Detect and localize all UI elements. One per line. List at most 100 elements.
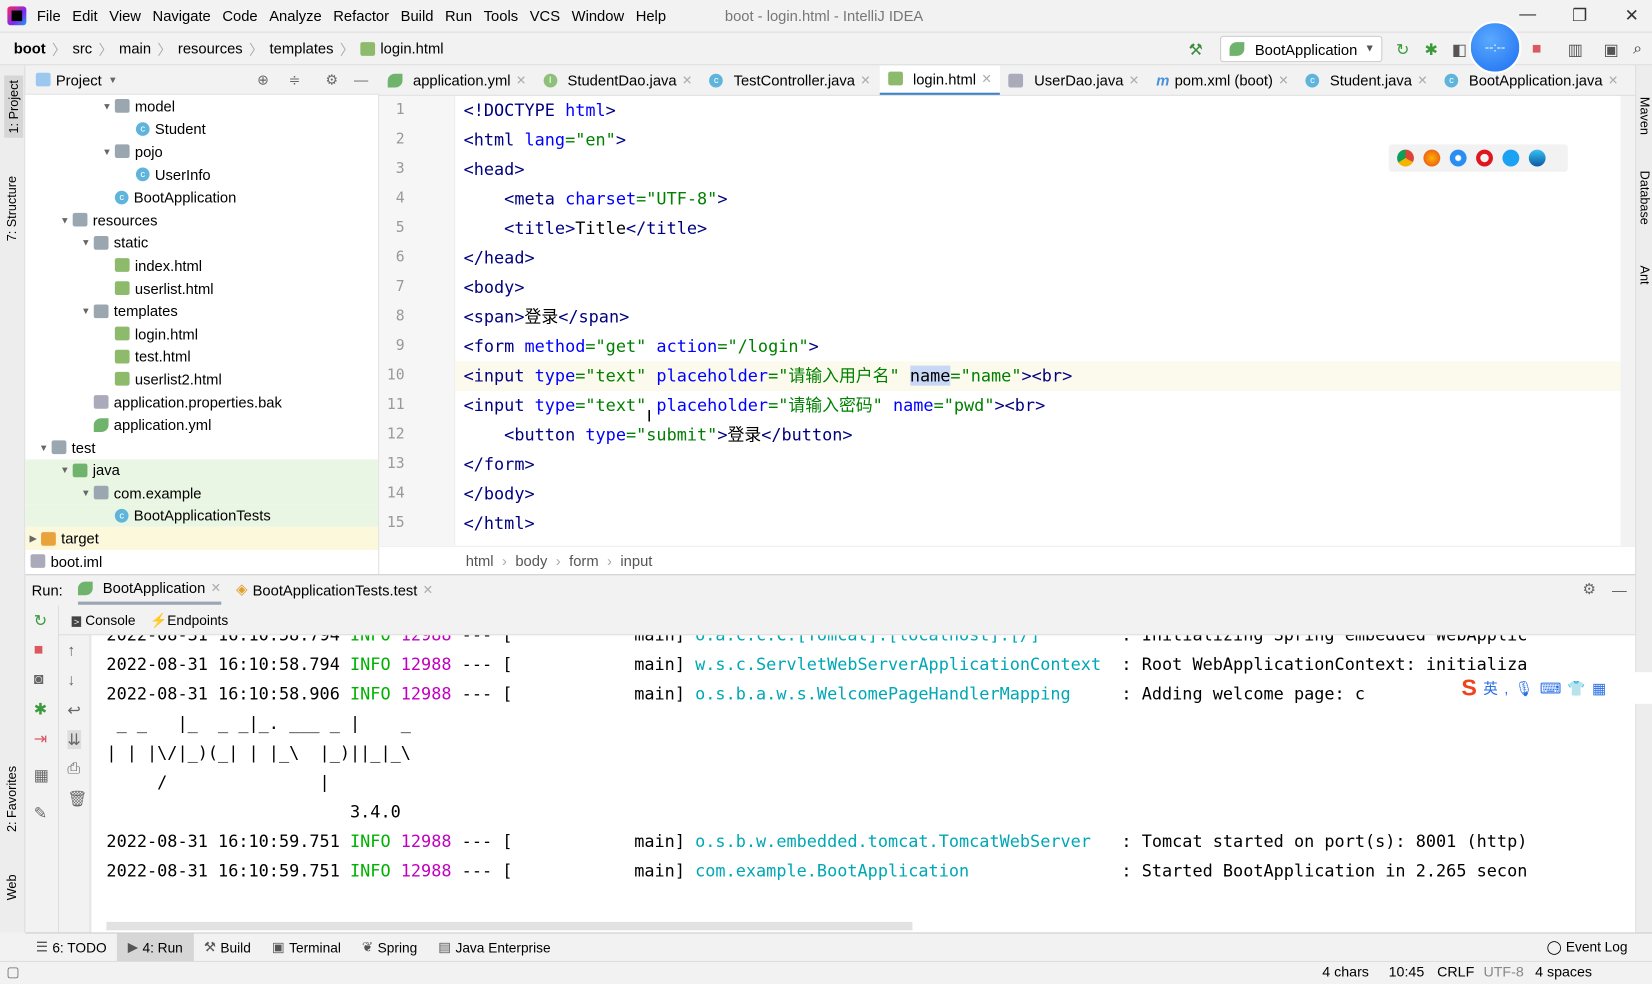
tree-item[interactable]: userlist2.html xyxy=(25,368,378,391)
close-icon[interactable]: ✕ xyxy=(860,73,871,88)
opera-icon[interactable] xyxy=(1476,149,1493,167)
tree-item[interactable]: c BootApplicationTests xyxy=(25,504,379,528)
print-icon[interactable]: ⎙ xyxy=(67,760,80,778)
skin-icon[interactable]: 👕 xyxy=(1567,679,1585,697)
indent-setting[interactable]: 4 spaces xyxy=(1535,964,1592,980)
keyboard-icon[interactable]: ⌨ xyxy=(1540,679,1561,697)
stop-icon[interactable]: ■ xyxy=(34,641,44,659)
locate-icon[interactable]: ⊕ xyxy=(257,71,269,88)
collapse-all-icon[interactable]: ≑ xyxy=(289,71,301,88)
debug-bug-icon[interactable]: ✱ xyxy=(1424,40,1437,59)
run-tab-bootapplication[interactable]: BootApplication ✕ xyxy=(77,575,222,605)
console-output[interactable]: 2022-08-31 16:10:58.794 INFO 12988 --- [… xyxy=(91,635,1636,933)
tool-run[interactable]: ▶ 4: Run xyxy=(117,932,194,962)
chevron-down-icon[interactable]: ▼ xyxy=(99,101,115,112)
hide-icon[interactable]: — xyxy=(354,72,368,88)
tree-item[interactable]: ▼ test xyxy=(25,436,378,459)
debug-icon[interactable]: ✱ xyxy=(34,700,47,719)
arrow-down-icon[interactable]: ↓ xyxy=(67,671,75,689)
menu-view[interactable]: View xyxy=(109,7,141,24)
project-structure-icon[interactable]: ▥ xyxy=(1568,40,1583,59)
chevron-down-icon[interactable]: ▼ xyxy=(78,237,94,248)
rerun-icon[interactable]: ↻ xyxy=(34,611,47,630)
line-separator[interactable]: CRLF xyxy=(1437,964,1474,980)
chevron-down-icon[interactable]: ▼ xyxy=(57,215,73,226)
gear-icon[interactable]: ⚙ xyxy=(1583,581,1596,599)
exit-icon[interactable]: ⇥ xyxy=(34,729,47,748)
tab-application[interactable]: application.yml ✕ xyxy=(379,65,535,95)
tree-item[interactable]: c BootApplication xyxy=(25,186,378,209)
tree-item[interactable]: login.html xyxy=(25,322,378,345)
pin-icon[interactable]: ✎ xyxy=(34,804,47,823)
tree-item[interactable]: test.html xyxy=(25,345,378,368)
chevron-down-icon[interactable]: ▼ xyxy=(108,74,117,85)
tree-item[interactable]: application.yml xyxy=(25,413,378,436)
edge-icon[interactable] xyxy=(1528,149,1546,167)
tab-endpoints[interactable]: ⚡Endpoints xyxy=(150,612,228,629)
close-icon[interactable]: ✕ xyxy=(1129,73,1140,88)
tree-item[interactable]: ▶ target xyxy=(25,527,379,550)
tab-studentdao[interactable]: I StudentDao.java ✕ xyxy=(535,65,701,95)
tree-item[interactable]: ▼ resources xyxy=(25,209,378,232)
breadcrumb-item[interactable]: form xyxy=(569,552,599,569)
close-icon[interactable]: ✕ xyxy=(981,71,992,86)
project-panel-title[interactable]: Project xyxy=(56,71,102,88)
build-hammer-icon[interactable]: ⚒ xyxy=(1188,40,1202,59)
horizontal-scrollbar[interactable] xyxy=(106,921,913,931)
close-icon[interactable]: ✕ xyxy=(1278,73,1289,88)
tree-item[interactable]: ▼ static xyxy=(25,231,378,254)
chevron-down-icon[interactable]: ▼ xyxy=(78,306,94,317)
menu-vcs[interactable]: VCS xyxy=(530,7,560,24)
toolbox-icon[interactable]: ▦ xyxy=(1592,679,1606,697)
event-log-button[interactable]: ◯ Event Log xyxy=(1547,939,1628,956)
tree-item[interactable]: application.properties.bak xyxy=(25,391,378,414)
breadcrumb-item[interactable]: html xyxy=(466,552,494,569)
close-icon[interactable]: ✕ xyxy=(1608,73,1619,88)
chevron-down-icon[interactable]: ▼ xyxy=(36,442,52,453)
tab-project[interactable]: 1: Project xyxy=(4,75,24,138)
close-icon[interactable]: ✕ xyxy=(423,582,434,597)
breadcrumb-item[interactable]: resources xyxy=(178,40,243,57)
chrome-icon[interactable] xyxy=(1397,149,1414,167)
menu-help[interactable]: Help xyxy=(636,7,666,24)
file-encoding[interactable]: UTF-8 xyxy=(1483,964,1523,980)
breadcrumb-item[interactable]: boot xyxy=(14,40,46,57)
breadcrumb-item[interactable]: input xyxy=(620,552,652,569)
menu-tools[interactable]: Tools xyxy=(484,7,518,24)
firefox-icon[interactable] xyxy=(1423,149,1441,167)
tab-testcontroller[interactable]: c TestController.java ✕ xyxy=(701,65,879,95)
close-icon[interactable]: ✕ xyxy=(682,73,693,88)
terminal-window-icon[interactable]: ▣ xyxy=(1604,40,1619,59)
tree-item[interactable]: userlist.html xyxy=(25,277,378,300)
search-icon[interactable]: ⌕ xyxy=(1633,40,1642,58)
tree-item[interactable]: ▼ pojo xyxy=(25,140,378,163)
coverage-icon[interactable]: ◧ xyxy=(1452,40,1467,59)
tree-item[interactable]: boot.iml xyxy=(25,550,378,573)
tree-item[interactable]: ▼ templates xyxy=(25,300,378,323)
tree-item[interactable]: c UserInfo xyxy=(25,163,378,186)
hide-icon[interactable]: — xyxy=(1612,581,1627,598)
camera-icon[interactable]: ◙ xyxy=(34,670,44,688)
tab-login[interactable]: login.html ✕ xyxy=(879,65,1001,95)
caret-position[interactable]: 10:45 xyxy=(1389,964,1425,980)
tab-userdao[interactable]: UserDao.java ✕ xyxy=(1000,65,1147,95)
toggle-tool-windows-icon[interactable]: ▢ xyxy=(6,964,19,981)
ime-language[interactable]: 英 xyxy=(1483,677,1498,698)
menu-refactor[interactable]: Refactor xyxy=(333,7,389,24)
tool-build[interactable]: ⚒ Build xyxy=(193,933,261,961)
breadcrumb-item[interactable]: body xyxy=(515,552,547,569)
tab-maven[interactable]: Maven xyxy=(1637,97,1652,135)
tool-terminal[interactable]: ▣ Terminal xyxy=(261,933,351,961)
tree-item[interactable]: c Student xyxy=(25,118,378,141)
tab-structure[interactable]: 7: Structure xyxy=(4,176,19,241)
tree-item[interactable]: ▼ model xyxy=(25,95,378,118)
chevron-down-icon[interactable]: ▼ xyxy=(78,488,94,499)
arrow-up-icon[interactable]: ↑ xyxy=(67,642,75,660)
menu-edit[interactable]: Edit xyxy=(72,7,97,24)
soft-wrap-icon[interactable]: ↩ xyxy=(67,701,80,720)
chevron-down-icon[interactable]: ▼ xyxy=(99,146,115,157)
close-icon[interactable]: ✕ xyxy=(1417,73,1428,88)
tab-bootapplication[interactable]: c BootApplication.java ✕ xyxy=(1436,65,1627,95)
menu-run[interactable]: Run xyxy=(445,7,472,24)
close-button[interactable]: ✕ xyxy=(1625,5,1639,26)
